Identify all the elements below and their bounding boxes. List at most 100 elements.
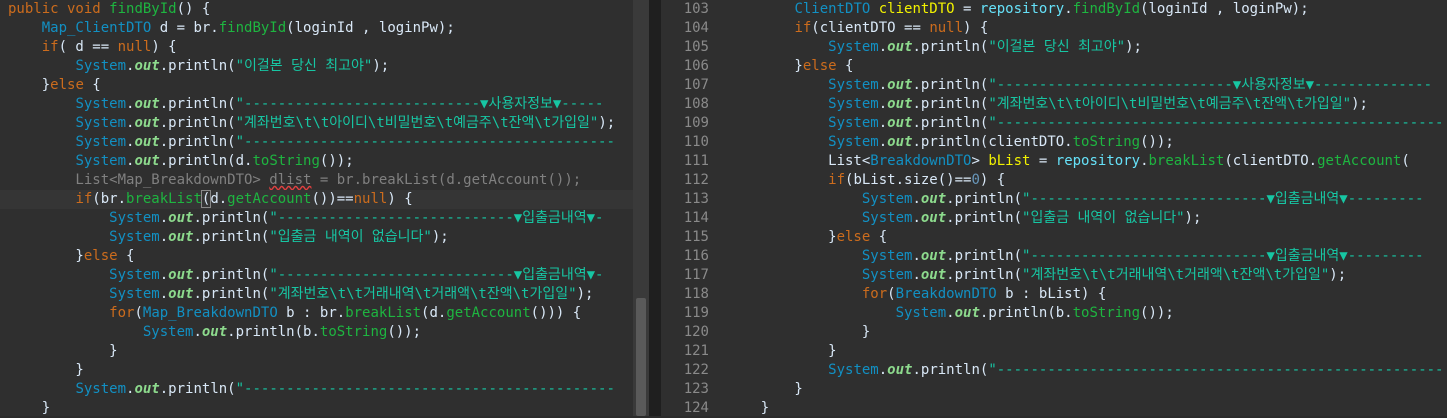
code-line[interactable]: System.out.println("--------------------… — [717, 247, 1447, 266]
code-token: "입출금 내역이 없습니다" — [1022, 210, 1185, 226]
code-token: .println( — [159, 134, 236, 150]
code-line[interactable]: System.out.println("계좌번호\t\t거래내역\t거래액\t잔… — [717, 266, 1447, 285]
code-token: . — [159, 286, 169, 302]
code-line[interactable]: if(br.breakList(d.getAccount())==null) { — [0, 190, 633, 209]
code-token: System — [828, 77, 879, 93]
code-line[interactable]: System.out.println("이걸본 당신 최고야"); — [0, 57, 633, 76]
code-token: ()); — [1140, 134, 1174, 150]
code-token: . — [912, 191, 921, 207]
code-token: toString — [1072, 134, 1141, 150]
code-token: ); — [576, 286, 594, 302]
code-line[interactable]: } — [717, 399, 1447, 416]
code-line[interactable]: Map_ClientDTO d = br.findById(loginId , … — [0, 19, 633, 38]
code-token: ( — [887, 286, 896, 302]
code-line[interactable]: System.out.println("계좌번호\t\t아이디\t비밀번호\t예… — [0, 114, 633, 133]
code-line[interactable]: System.out.println("계좌번호\t\t아이디\t비밀번호\t예… — [717, 95, 1447, 114]
code-line[interactable]: System.out.println(clientDTO.toString())… — [717, 133, 1447, 152]
code-line[interactable]: System.out.println("--------------------… — [717, 190, 1447, 209]
code-token: out — [920, 210, 947, 226]
code-line[interactable]: System.out.println("--------------------… — [0, 95, 633, 114]
code-token: ())== — [311, 191, 354, 207]
code-line[interactable]: }else { — [717, 57, 1447, 76]
code-line[interactable]: System.out.println("--------------------… — [717, 76, 1447, 95]
code-token: out — [201, 324, 228, 340]
code-line[interactable]: } — [717, 342, 1447, 361]
code-line[interactable]: System.out.println("--------------------… — [717, 361, 1447, 380]
code-line[interactable]: System.out.println(d.toString()); — [0, 152, 633, 171]
code-line[interactable]: }else { — [0, 247, 633, 266]
code-line[interactable]: System.out.println(b.toString()); — [717, 304, 1447, 323]
line-number: 116 — [683, 248, 709, 264]
code-token: ()); — [1140, 305, 1174, 321]
code-line[interactable]: } — [0, 399, 633, 416]
editor-split-divider[interactable] — [649, 0, 661, 416]
line-number: 118 — [683, 286, 709, 302]
code-line[interactable]: System.out.println("입출금 내역이 없습니다"); — [0, 228, 633, 247]
left-editor-scrollbar[interactable] — [633, 0, 649, 416]
code-line[interactable]: ClientDTO clientDTO = repository.findByI… — [717, 0, 1447, 19]
code-token: "계좌번호\t\t거래내역\t거래액\t잔액\t가입일" — [269, 286, 577, 302]
code-token: . — [159, 229, 169, 245]
code-line[interactable]: if(clientDTO == null) { — [717, 19, 1447, 38]
code-line[interactable]: } — [0, 342, 633, 361]
code-line[interactable]: }else { — [0, 76, 633, 95]
code-line[interactable]: if( d == null) { — [0, 38, 633, 57]
code-token: System — [861, 248, 913, 264]
code-token: .println( — [159, 58, 236, 74]
code-line[interactable]: System.out.println("입출금 내역이 없습니다"); — [717, 209, 1447, 228]
code-line[interactable]: System.out.println("이걸본 당신 최고야"); — [717, 38, 1447, 57]
code-line[interactable]: System.out.println("--------------------… — [0, 380, 633, 399]
code-token: (br. — [92, 191, 127, 207]
code-token: breakList — [1148, 153, 1225, 169]
code-line[interactable]: }else { — [717, 228, 1447, 247]
code-token: b : bList) { — [996, 286, 1107, 302]
code-token: "---------------------------------------… — [235, 381, 615, 397]
code-line[interactable]: List<BreakdownDTO> bList = repository.br… — [717, 152, 1447, 171]
code-line[interactable]: for(BreakdownDTO b : bList) { — [717, 285, 1447, 304]
code-line[interactable]: System.out.println("계좌번호\t\t거래내역\t거래액\t잔… — [0, 285, 633, 304]
code-line[interactable]: public void findById() { — [0, 0, 633, 19]
code-line[interactable]: for(Map_BreakdownDTO b : br.breakList(d.… — [0, 304, 633, 323]
code-line[interactable]: if(bList.size()==0) { — [717, 171, 1447, 190]
code-line[interactable]: System.out.println(b.toString()); — [0, 323, 633, 342]
code-line[interactable]: } — [717, 323, 1447, 342]
code-token: findById — [109, 1, 177, 17]
left-scrollbar-thumb[interactable] — [636, 298, 646, 416]
line-number: 112 — [683, 172, 709, 188]
code-token: } — [727, 381, 803, 397]
code-token: } — [8, 77, 51, 93]
code-line[interactable]: System.out.println("--------------------… — [0, 133, 633, 152]
code-token: "----------------------------▼사용자정보▼----… — [235, 96, 604, 112]
code-token: out — [887, 39, 913, 55]
code-token: "계좌번호\t\t아이디\t비밀번호\t예금주\t잔액\t가입일" — [235, 115, 599, 131]
line-number: 105 — [683, 39, 709, 55]
code-token: } — [727, 58, 803, 74]
code-token: out — [168, 229, 194, 245]
line-number: 117 — [683, 267, 709, 283]
code-line[interactable]: System.out.println("--------------------… — [0, 266, 633, 285]
code-token: .println( — [159, 115, 236, 131]
code-line[interactable]: } — [717, 380, 1447, 399]
code-line[interactable]: List<Map_BreakdownDTO> dlist = br.breakL… — [0, 171, 633, 190]
line-number: 120 — [683, 324, 709, 340]
code-line[interactable]: System.out.println("--------------------… — [717, 114, 1447, 133]
code-line[interactable]: } — [0, 361, 633, 380]
code-token: .println( — [912, 362, 989, 378]
right-code-editor[interactable]: ClientDTO clientDTO = repository.findByI… — [717, 0, 1447, 416]
left-code-editor[interactable]: public void findById() { Map_ClientDTO d… — [0, 0, 633, 416]
code-token: System — [109, 286, 160, 302]
code-line[interactable]: System.out.println("--------------------… — [0, 209, 633, 228]
code-token: out — [134, 381, 160, 397]
code-token: out — [134, 96, 160, 112]
